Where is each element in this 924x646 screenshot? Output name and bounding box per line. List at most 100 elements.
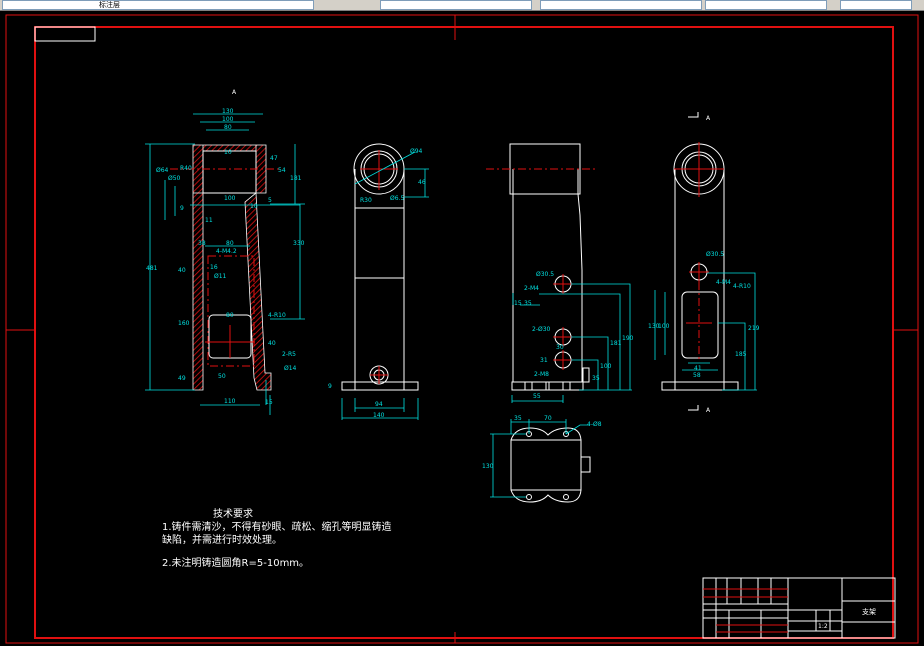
base-outline: [510, 439, 582, 491]
dim-text: 10: [224, 149, 232, 156]
dim-text: Ø50: [168, 175, 181, 182]
base-lines: [674, 382, 725, 390]
section-view: A 130 100 80 10 47 54 181 Ø64 Ø50 R40 10…: [145, 89, 305, 415]
dim-text: 35: [514, 415, 522, 422]
view-label-top: A: [706, 115, 711, 122]
dim-text: 9: [328, 383, 332, 390]
dim-text: 4-R10: [268, 312, 286, 319]
lineweight-dropdown[interactable]: [705, 0, 827, 10]
drawing-svg: A 130 100 80 10 47 54 181 Ø64 Ø50 R40 10…: [5, 14, 919, 644]
dim-text: 40: [178, 267, 186, 274]
drawing-canvas[interactable]: A 130 100 80 10 47 54 181 Ø64 Ø50 R40 10…: [0, 11, 924, 646]
dim-text: 55: [533, 393, 541, 400]
hole: [563, 494, 569, 500]
outer-frame: [5, 14, 919, 644]
cad-toolbar: 标注层: [0, 0, 924, 11]
dim-text: 80: [226, 312, 234, 319]
dim-text: 70: [544, 415, 552, 422]
side-tab: [582, 367, 590, 383]
dim-text: 100: [224, 195, 236, 202]
dimension-lines: [654, 272, 757, 391]
slot-outline: [681, 291, 719, 359]
dim-text: 160: [178, 320, 190, 327]
dim-text: 2-R5: [282, 351, 296, 358]
side-view: Ø94 46 R30 Ø6.5 9 94 140: [328, 143, 429, 420]
inner-frame: [34, 26, 894, 639]
dim-text: 41: [694, 365, 702, 372]
dim-text: Ø14: [284, 365, 297, 372]
dim-text: R30: [360, 197, 372, 204]
a-view: A A Ø30.5 4-M4 4-R10 130 100 219 185 41 …: [648, 112, 760, 414]
dim-text: Ø6.5: [390, 195, 404, 202]
dim-text: 35: [592, 375, 600, 382]
dim-text: 4-M4.2: [216, 248, 237, 255]
base-plate: [661, 381, 739, 391]
color-dropdown[interactable]: [380, 0, 532, 10]
base-plate: [511, 381, 584, 391]
scale-value: 1:2: [818, 623, 828, 630]
notes-title: 技术要求: [213, 507, 253, 520]
dim-text: 38: [198, 240, 206, 247]
dim-text: 4-M4: [716, 279, 731, 286]
dim-text: R40: [180, 165, 192, 172]
drawing-number-box: [34, 26, 96, 42]
dim-text: 54: [278, 167, 286, 174]
dim-text: 181: [290, 175, 302, 182]
dim-text: 100: [222, 116, 234, 123]
part-name: 支架: [862, 607, 876, 616]
linetype-dropdown[interactable]: [540, 0, 702, 10]
front-view: Ø30.5 2-M4 15 35 2-Ø30 30 31 2-M8 55 100…: [486, 143, 634, 403]
dim-text: 4-R10: [733, 283, 751, 290]
view-label-bottom: A: [706, 407, 711, 414]
dim-text: 94: [375, 401, 383, 408]
dim-text: 181: [610, 340, 622, 347]
section-label: A: [232, 89, 237, 96]
dim-text: 40: [268, 340, 276, 347]
dim-text: 35: [524, 300, 532, 307]
centerlines: [674, 142, 724, 324]
dim-text: 219: [748, 325, 760, 332]
bore-outline: [202, 150, 257, 194]
title-block: 1:2 支架: [702, 577, 896, 639]
dimension-lines: [490, 419, 590, 498]
base-lines: [524, 382, 571, 390]
dim-text: 50: [218, 373, 226, 380]
dim-text: 2-Ø30: [532, 326, 551, 333]
dim-text: 49: [178, 375, 186, 382]
dim-text: 100: [658, 323, 670, 330]
dim-text: 10: [250, 203, 258, 210]
dim-text: 31: [540, 357, 548, 364]
dim-text: 2-M8: [534, 371, 549, 378]
dim-text: 58: [693, 372, 701, 379]
dim-text: 46: [418, 179, 426, 186]
dim-text: 110: [224, 398, 236, 405]
note-1-cont: 缺陷，并需进行时效处理。: [162, 533, 282, 546]
bottom-view: 35 70 4-Ø8 130: [482, 415, 602, 503]
hole: [526, 494, 532, 500]
dim-text: 5: [268, 197, 272, 204]
dim-text: 30: [556, 344, 564, 351]
dim-text: 15: [514, 300, 522, 307]
dim-text: 100: [600, 363, 612, 370]
dim-text: 330: [293, 240, 305, 247]
dim-text: 185: [735, 351, 747, 358]
dim-text: Ø11: [214, 273, 227, 280]
side-tab: [580, 456, 591, 473]
centerlines: [360, 150, 398, 384]
dim-text: 9: [180, 205, 184, 212]
dim-text: 16: [210, 264, 218, 271]
technical-requirements: 技术要求 1.铸件需清沙，不得有砂眼、疏松、缩孔等明显铸造 缺陷，并需进行时效处…: [162, 507, 392, 569]
dim-text: 80: [226, 240, 234, 247]
dim-text: 140: [373, 412, 385, 419]
dim-text: 4-Ø8: [587, 421, 602, 428]
layer-dropdown[interactable]: 标注层: [2, 0, 314, 10]
dim-text: 481: [146, 265, 158, 272]
plotstyle-dropdown[interactable]: [840, 0, 912, 10]
dim-text: 2-M4: [524, 285, 539, 292]
dim-text: 15: [265, 399, 273, 406]
lobes: [510, 427, 582, 503]
dim-text: 190: [622, 335, 634, 342]
dim-text: 47: [270, 155, 278, 162]
dim-text: Ø30.5: [536, 271, 554, 278]
dim-text: 130: [482, 463, 494, 470]
